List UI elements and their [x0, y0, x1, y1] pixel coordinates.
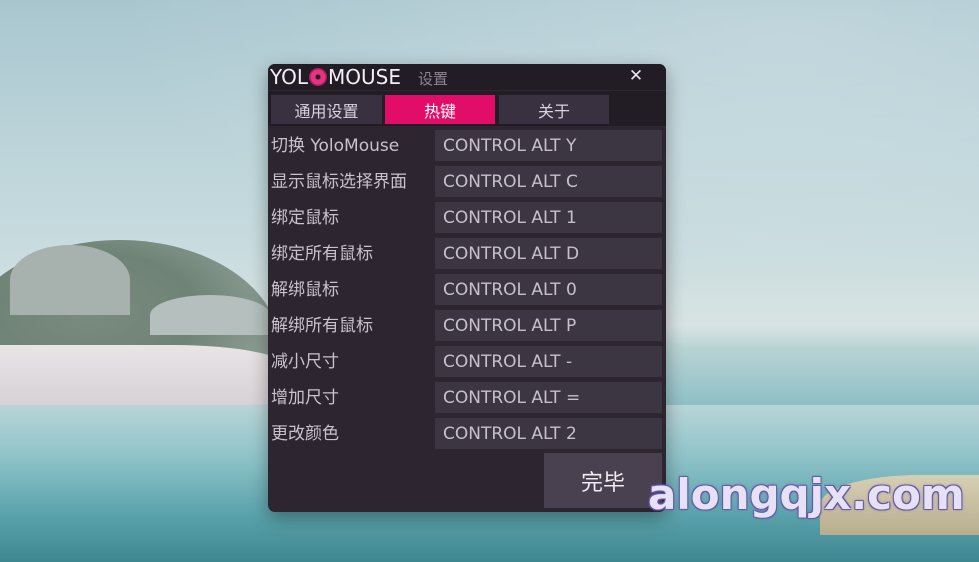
shore	[0, 345, 290, 405]
hotkey-field-unbind[interactable]: CONTROL ALT 0	[435, 274, 662, 305]
logo-text-part2: MOUSE	[328, 65, 401, 89]
hotkey-field-bind-all[interactable]: CONTROL ALT D	[435, 238, 662, 269]
tab-bar: 通用设置 热键 关于	[268, 91, 666, 126]
done-button[interactable]: 完毕	[544, 453, 662, 508]
window-title: 设置	[418, 70, 449, 88]
hotkey-label-bind: 绑定鼠标	[271, 208, 339, 228]
hotkey-field-color[interactable]: CONTROL ALT 2	[435, 418, 662, 449]
tab-hotkeys[interactable]: 热键	[385, 95, 495, 124]
logo-text-part1: YOL	[270, 65, 309, 89]
yolomouse-logo: YOL MOUSE	[270, 65, 401, 89]
title-bar[interactable]: YOL MOUSE 设置 ✕	[268, 64, 666, 90]
hotkey-field-toggle[interactable]: CONTROL ALT Y	[435, 130, 662, 161]
close-icon[interactable]: ✕	[626, 66, 646, 86]
hotkey-label-shrink: 减小尺寸	[271, 352, 339, 372]
logo-cursor-icon	[309, 68, 328, 86]
hotkey-label-unbind-all: 解绑所有鼠标	[271, 316, 373, 336]
hotkey-label-bind-all: 绑定所有鼠标	[271, 244, 373, 264]
hotkey-label-grow: 增加尺寸	[271, 388, 339, 408]
hotkey-field-show-selector[interactable]: CONTROL ALT C	[435, 166, 662, 197]
hill-small	[150, 295, 270, 335]
watermark-text: alongqjx.com	[648, 470, 965, 519]
tab-about[interactable]: 关于	[499, 95, 609, 124]
tab-general[interactable]: 通用设置	[271, 95, 382, 124]
hotkey-label-color: 更改颜色	[271, 424, 339, 444]
hotkey-field-bind[interactable]: CONTROL ALT 1	[435, 202, 662, 233]
hotkey-label-toggle: 切换 YoloMouse	[271, 136, 400, 156]
hotkey-field-unbind-all[interactable]: CONTROL ALT P	[435, 310, 662, 341]
hotkey-label-show-selector: 显示鼠标选择界面	[271, 172, 407, 192]
hill	[10, 245, 130, 315]
settings-window: YOL MOUSE 设置 ✕ 通用设置 热键 关于 切换 YoloMouse C…	[268, 64, 666, 512]
hotkey-label-unbind: 解绑鼠标	[271, 280, 339, 300]
hotkey-field-shrink[interactable]: CONTROL ALT -	[435, 346, 662, 377]
hotkey-field-grow[interactable]: CONTROL ALT =	[435, 382, 662, 413]
